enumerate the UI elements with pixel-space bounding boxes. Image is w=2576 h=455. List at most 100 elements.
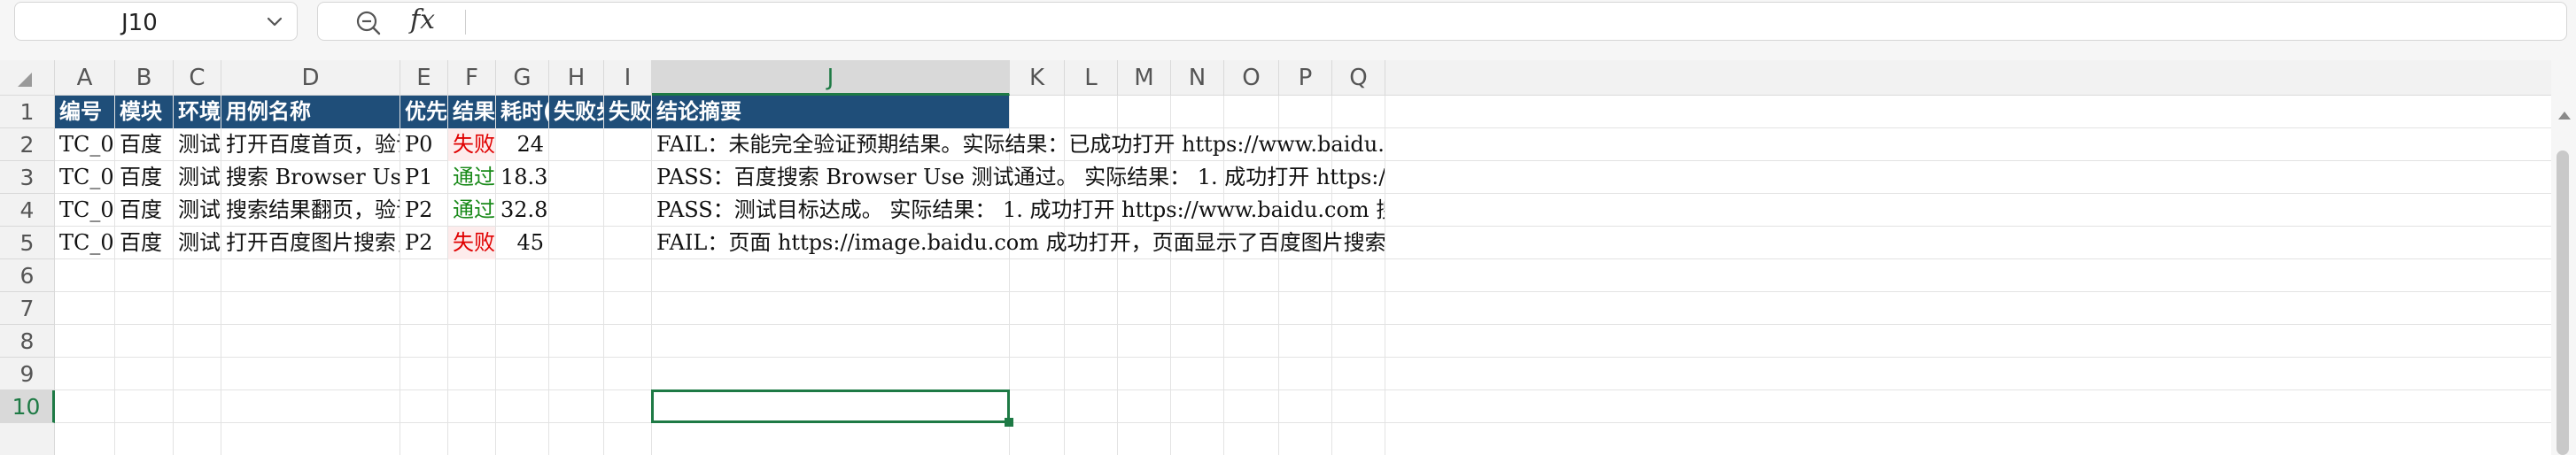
column-header-f[interactable]: F: [448, 60, 496, 96]
column-header-h[interactable]: H: [549, 60, 604, 96]
table-cell-result[interactable]: 通过: [448, 161, 495, 194]
divider: [465, 10, 466, 35]
table-cell-result[interactable]: 失败: [448, 128, 495, 161]
zoom-out-icon[interactable]: [355, 10, 382, 36]
table-cell-priority[interactable]: P2: [400, 194, 447, 227]
table-cell-fail-reason[interactable]: [604, 128, 651, 161]
row-header-3[interactable]: 3: [0, 161, 55, 194]
table-cell-name[interactable]: 打开百度首页，验证页面标题和搜索框: [221, 128, 400, 161]
grid-line-horizontal: [55, 357, 2551, 358]
vertical-scrollbar[interactable]: [2551, 99, 2576, 455]
table-cell-env[interactable]: 测试: [174, 227, 221, 259]
column-header-c[interactable]: C: [174, 60, 221, 96]
select-all-corner[interactable]: [0, 60, 55, 96]
table-cell-summary[interactable]: PASS：百度搜索 Browser Use 测试通过。 实际结果： 1. 成功打…: [652, 161, 1385, 194]
spreadsheet-grid[interactable]: ABCDEFGHIJKLMNOPQ 1 2 3 4 5 6 7 8 9 10 编号 模块 环境 用例名称…: [0, 60, 2551, 455]
column-header-g[interactable]: G: [496, 60, 549, 96]
column-header-d[interactable]: D: [221, 60, 400, 96]
table-cell-duration[interactable]: 32.8: [496, 194, 548, 227]
table-cell-id[interactable]: TC_0002: [55, 161, 114, 194]
column-header-p[interactable]: P: [1279, 60, 1332, 96]
header-cell[interactable]: 用例名称: [221, 96, 400, 128]
table-cell-duration[interactable]: 24: [496, 128, 548, 161]
table-cell-name[interactable]: 搜索结果翻页，验证第二页可打开: [221, 194, 400, 227]
select-all-icon: [18, 73, 32, 87]
table-cell-module[interactable]: 百度: [115, 161, 173, 194]
column-header-j[interactable]: J: [652, 60, 1010, 96]
table-cell-module[interactable]: 百度: [115, 128, 173, 161]
table-cell-id[interactable]: TC_0001: [55, 128, 114, 161]
table-cell-name[interactable]: 打开百度图片搜索，验证页面可打开: [221, 227, 400, 259]
table-cell-module[interactable]: 百度: [115, 194, 173, 227]
formula-bar: J10 fx: [0, 0, 2576, 50]
column-header-filler: [1385, 60, 2551, 96]
grid-line-horizontal: [55, 291, 2551, 292]
table-cell-env[interactable]: 测试: [174, 194, 221, 227]
header-cell[interactable]: 模块: [115, 96, 173, 128]
row-header-9[interactable]: 9: [0, 358, 55, 390]
table-cell-fail-step[interactable]: [549, 128, 603, 161]
table-cell-summary[interactable]: FAIL：页面 https://image.baidu.com 成功打开，页面显…: [652, 227, 1385, 259]
column-header-i[interactable]: I: [604, 60, 652, 96]
row-header-7[interactable]: 7: [0, 292, 55, 325]
column-header-b[interactable]: B: [115, 60, 174, 96]
table-cell-fail-step[interactable]: [549, 161, 603, 194]
header-cell[interactable]: 环境: [174, 96, 221, 128]
column-header-a[interactable]: A: [55, 60, 115, 96]
scrollbar-thumb[interactable]: [2557, 150, 2569, 455]
table-cell-priority[interactable]: P2: [400, 227, 447, 259]
header-cell[interactable]: 结果: [448, 96, 495, 128]
table-cell-fail-step[interactable]: [549, 194, 603, 227]
header-cell[interactable]: 耗时(秒): [496, 96, 548, 128]
header-cell[interactable]: 失败原因: [604, 96, 651, 128]
row-header-6[interactable]: 6: [0, 259, 55, 292]
table-cell-summary[interactable]: FAIL：未能完全验证预期结果。实际结果：已成功打开 https://www.b…: [652, 128, 1385, 161]
formula-input[interactable]: fx: [317, 2, 2567, 41]
row-header-2[interactable]: 2: [0, 128, 55, 161]
grid-line-horizontal: [55, 389, 2551, 390]
table-cell-summary[interactable]: PASS：测试目标达成。 实际结果： 1. 成功打开 https://www.b…: [652, 194, 1385, 227]
fill-handle[interactable]: [1005, 418, 1013, 427]
row-header-1[interactable]: 1: [0, 96, 55, 128]
header-cell[interactable]: 失败步骤: [549, 96, 603, 128]
table-cell-result[interactable]: 通过: [448, 194, 495, 227]
column-header-m[interactable]: M: [1118, 60, 1171, 96]
header-cell[interactable]: 结论摘要: [652, 96, 1009, 128]
column-header-o[interactable]: O: [1224, 60, 1279, 96]
table-cell-env[interactable]: 测试: [174, 128, 221, 161]
table-cell-duration[interactable]: 18.3: [496, 161, 548, 194]
chevron-down-icon[interactable]: [265, 12, 284, 31]
table-cell-result[interactable]: 失败: [448, 227, 495, 259]
table-cell-priority[interactable]: P1: [400, 161, 447, 194]
table-cell-module[interactable]: 百度: [115, 227, 173, 259]
column-header-q[interactable]: Q: [1332, 60, 1385, 96]
table-cell-fail-reason[interactable]: [604, 161, 651, 194]
table-cell-fail-step[interactable]: [549, 227, 603, 259]
table-cell-duration[interactable]: 45: [496, 227, 548, 259]
name-box[interactable]: J10: [14, 2, 298, 41]
selected-cell-outline: [651, 389, 1010, 423]
table-cell-fail-reason[interactable]: [604, 194, 651, 227]
header-cell[interactable]: 编号: [55, 96, 114, 128]
grid-line-horizontal: [55, 324, 2551, 325]
row-header-5[interactable]: 5: [0, 227, 55, 259]
row-header-8[interactable]: 8: [0, 325, 55, 358]
column-header-k[interactable]: K: [1010, 60, 1065, 96]
column-header-n[interactable]: N: [1171, 60, 1224, 96]
table-cell-env[interactable]: 测试: [174, 161, 221, 194]
header-cell[interactable]: 优先级: [400, 96, 447, 128]
row-header-10[interactable]: 10: [0, 390, 55, 423]
scroll-up-icon[interactable]: [2558, 112, 2571, 120]
column-header-l[interactable]: L: [1065, 60, 1118, 96]
cell-reference: J10: [121, 10, 158, 36]
table-cell-fail-reason[interactable]: [604, 227, 651, 259]
table-cell-name[interactable]: 搜索 Browser Use，验证搜索结果: [221, 161, 400, 194]
table-cell-priority[interactable]: P0: [400, 128, 447, 161]
table-cell-id[interactable]: TC_0004: [55, 227, 114, 259]
table-cell-id[interactable]: TC_0003: [55, 194, 114, 227]
function-icon[interactable]: fx: [410, 4, 435, 35]
row-header-4[interactable]: 4: [0, 194, 55, 227]
column-header-e[interactable]: E: [400, 60, 448, 96]
grid-line-horizontal: [55, 422, 2551, 423]
column-header-row: ABCDEFGHIJKLMNOPQ: [0, 60, 2551, 96]
